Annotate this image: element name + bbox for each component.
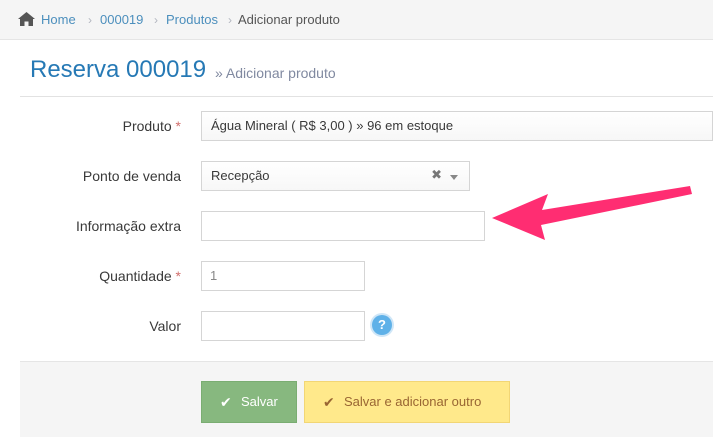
breadcrumb-reservation[interactable]: 000019: [100, 12, 143, 28]
produto-select[interactable]: Água Mineral ( R$ 3,00 ) » 96 em estoque: [201, 111, 713, 141]
quantidade-value: 1: [210, 268, 218, 283]
save-button[interactable]: ✔ Salvar: [201, 381, 297, 423]
check-icon: ✔: [220, 394, 232, 410]
breadcrumb-separator: ›: [154, 13, 158, 27]
produto-label: Produto *: [122, 118, 181, 134]
ponto-venda-select[interactable]: Recepção ✖: [201, 161, 470, 191]
breadcrumb-separator: ›: [228, 13, 232, 27]
breadcrumb-home[interactable]: Home: [41, 12, 76, 28]
save-and-add-button-label: Salvar e adicionar outro: [344, 394, 482, 409]
quantidade-input[interactable]: 1: [201, 261, 365, 291]
info-extra-label: Informação extra: [75, 218, 181, 234]
chevron-down-icon[interactable]: [450, 175, 458, 180]
info-extra-input[interactable]: [201, 211, 485, 241]
save-and-add-button[interactable]: ✔ Salvar e adicionar outro: [304, 381, 510, 423]
valor-label: Valor: [149, 318, 181, 334]
page-title: Reserva 000019: [30, 56, 207, 83]
ponto-venda-label: Ponto de venda: [82, 168, 181, 184]
valor-input[interactable]: [201, 311, 365, 341]
breadcrumb-products[interactable]: Produtos: [166, 12, 218, 28]
annotation-arrow: [492, 186, 692, 240]
clear-icon[interactable]: ✖: [431, 167, 442, 183]
check-icon: ✔: [323, 394, 335, 410]
produto-value: Água Mineral ( R$ 3,00 ) » 96 em estoque: [211, 118, 454, 133]
question-icon[interactable]: ?: [372, 315, 392, 335]
ponto-venda-value: Recepção: [211, 168, 270, 183]
breadcrumb-separator: ›: [88, 13, 92, 27]
home-icon[interactable]: [18, 12, 35, 26]
breadcrumb-current: Adicionar produto: [238, 12, 340, 27]
page-subtitle: » Adicionar produto: [215, 65, 336, 81]
breadcrumb: Home › 000019 › Produtos › Adicionar pro…: [0, 0, 713, 40]
quantidade-label: Quantidade *: [99, 268, 181, 284]
required-mark: *: [175, 118, 181, 134]
title-divider: [20, 96, 713, 97]
save-button-label: Salvar: [241, 394, 278, 409]
required-mark: *: [175, 268, 181, 284]
